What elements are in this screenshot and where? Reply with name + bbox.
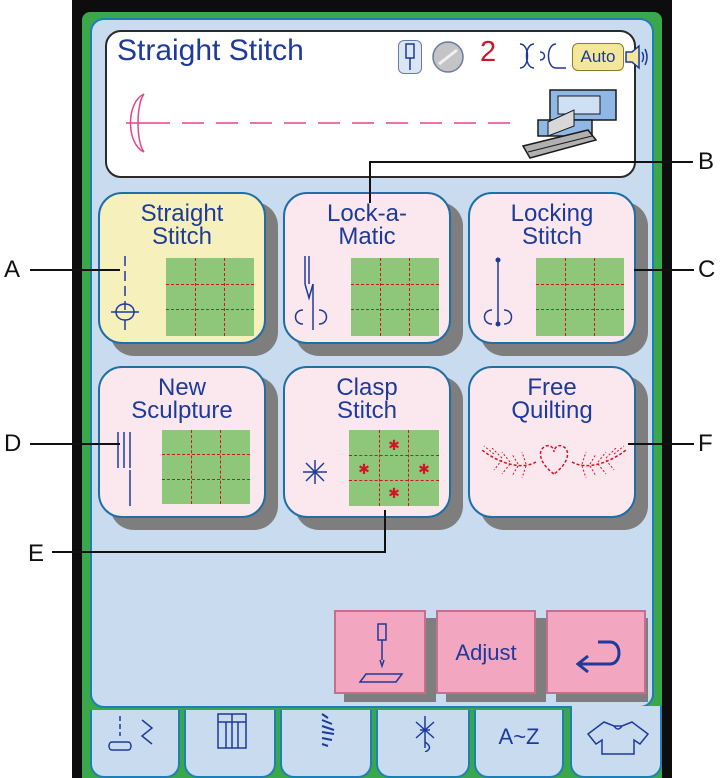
tile-label: New xyxy=(157,374,206,401)
tile-label: Clasp xyxy=(336,374,398,401)
leader-line xyxy=(369,161,371,203)
tile-label: Straight xyxy=(140,200,224,227)
leader-line xyxy=(30,269,120,271)
leader-line xyxy=(384,510,386,553)
pressure-indicator xyxy=(426,40,516,74)
tile-label: Lock-a- xyxy=(326,200,408,227)
needle-settings-button[interactable] xyxy=(334,610,426,694)
presser-dial-icon xyxy=(432,41,464,73)
leader-line xyxy=(628,443,694,445)
callout-a: A xyxy=(4,256,21,283)
return-arrow-icon xyxy=(575,640,621,674)
tile-label: Stitch xyxy=(336,397,398,424)
stitch-preview xyxy=(126,89,617,159)
leader-line xyxy=(52,551,386,553)
tile-label: Sculpture xyxy=(131,397,233,424)
stitch-grid xyxy=(162,430,250,504)
satin-stitch-icon xyxy=(321,713,335,747)
tab-alphabet[interactable]: A~Z xyxy=(474,710,564,778)
leader-line xyxy=(369,161,693,163)
speaker-icon[interactable] xyxy=(624,42,650,72)
svg-text:✱: ✱ xyxy=(388,438,400,454)
tile-label: Free xyxy=(527,374,577,401)
tab-decorative-stitches[interactable] xyxy=(376,710,470,778)
callout-c: C xyxy=(698,256,716,283)
tile-label: Stitch xyxy=(521,223,583,250)
new-sculpture-icon xyxy=(117,432,131,506)
auto-badge: Auto xyxy=(572,43,624,71)
page-title: Straight Stitch xyxy=(117,34,304,67)
buttonhole-icon xyxy=(217,713,247,749)
tab-sewing-applications[interactable] xyxy=(570,706,662,778)
svg-text:✱: ✱ xyxy=(388,486,400,502)
tile-straight-stitch[interactable]: Straight Stitch xyxy=(98,192,266,344)
tile-free-quilting[interactable]: Free Quilting xyxy=(468,366,636,518)
stitch-grid: ✱ ✱ ✱ ✱ xyxy=(349,430,439,506)
svg-text:✱: ✱ xyxy=(358,462,370,478)
tile-lock-a-matic[interactable]: Lock-a- Matic xyxy=(283,192,451,344)
tile-new-sculpture[interactable]: New Sculpture xyxy=(98,366,266,518)
leader-line xyxy=(30,443,120,445)
leader-line xyxy=(634,269,694,271)
thread-tension-icon xyxy=(519,43,566,69)
needle-icon xyxy=(405,43,415,70)
utility-stitch-icon xyxy=(108,716,154,751)
presser-foot-icon xyxy=(521,89,617,159)
stitch-grid xyxy=(166,258,254,336)
needle-plate-icon xyxy=(358,623,404,683)
pressure-value: 2 xyxy=(480,36,497,68)
callout-d: D xyxy=(4,430,22,457)
lock-a-matic-icon xyxy=(294,256,328,330)
clasp-stitch-icon xyxy=(303,460,327,484)
callout-b: B xyxy=(698,148,715,175)
tile-locking-stitch[interactable]: Locking Stitch xyxy=(468,192,636,344)
tile-clasp-stitch[interactable]: Clasp Stitch ✱ ✱ ✱ ✱ xyxy=(283,366,451,518)
tab-utility-stitches[interactable] xyxy=(90,710,180,778)
quilting-motif-icon xyxy=(481,444,627,479)
tile-label: Matic xyxy=(338,223,396,250)
decorative-stitch-icon xyxy=(415,716,435,752)
stitch-grid xyxy=(351,258,439,336)
tile-label: Locking xyxy=(510,200,594,227)
adjust-button[interactable]: Adjust xyxy=(436,610,536,694)
tab-satin-stitches[interactable] xyxy=(280,710,372,778)
tab-buttonholes[interactable] xyxy=(184,710,276,778)
adjust-button-label: Adjust xyxy=(455,640,517,665)
straight-stitch-icon xyxy=(111,256,139,330)
svg-text:✱: ✱ xyxy=(418,462,430,478)
return-button[interactable] xyxy=(546,610,646,694)
tile-label: Stitch xyxy=(151,223,213,250)
needle-position-indicator xyxy=(398,40,422,74)
tile-label: Quilting xyxy=(511,397,593,424)
garment-icon xyxy=(586,721,650,755)
tab-alphabet-label: A~Z xyxy=(498,724,540,749)
locking-stitch-icon xyxy=(483,257,513,327)
stitch-grid xyxy=(536,258,624,336)
callout-f: F xyxy=(698,430,713,457)
callout-e: E xyxy=(28,540,45,567)
